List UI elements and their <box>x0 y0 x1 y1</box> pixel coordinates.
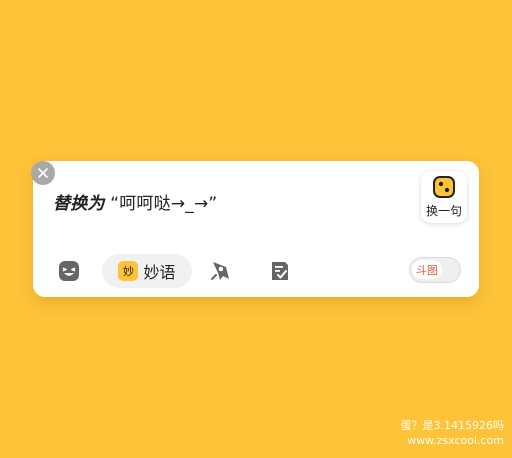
emoji-icon[interactable] <box>57 259 81 283</box>
suggestion-card: 替换为 “呵呵哒→_→” 换一句 妙 妙语 斗图 <box>33 161 479 297</box>
watermark: 蛋？是3.1415926吗 www.zsxcool.com <box>401 418 505 448</box>
doutu-toggle[interactable]: 斗图 <box>409 257 461 283</box>
miaoyu-label: 妙语 <box>143 263 176 282</box>
close-icon <box>38 168 48 178</box>
replace-content: “呵呵哒→_→” <box>104 194 218 214</box>
swap-phrase-label: 换一句 <box>425 204 462 218</box>
watermark-line-1: 蛋？是3.1415926吗 <box>400 419 505 432</box>
checklist-note-icon[interactable] <box>268 259 292 283</box>
replace-prefix: 替换为 <box>53 194 105 214</box>
doutu-toggle-label: 斗图 <box>416 263 438 277</box>
dice-icon <box>433 176 455 198</box>
rocket-icon[interactable] <box>209 259 233 283</box>
doutu-toggle-knob: 斗图 <box>412 260 442 279</box>
miaoyu-badge: 妙 <box>118 261 139 281</box>
miaoyu-tab[interactable]: 妙 妙语 <box>102 254 192 288</box>
watermark-line-2: www.zsxcool.com <box>407 434 504 447</box>
swap-phrase-button[interactable]: 换一句 <box>421 171 467 223</box>
toolbar: 妙 妙语 斗图 <box>33 253 479 289</box>
replace-suggestion[interactable]: 替换为 “呵呵哒→_→” <box>53 189 217 214</box>
close-button[interactable] <box>31 161 55 185</box>
